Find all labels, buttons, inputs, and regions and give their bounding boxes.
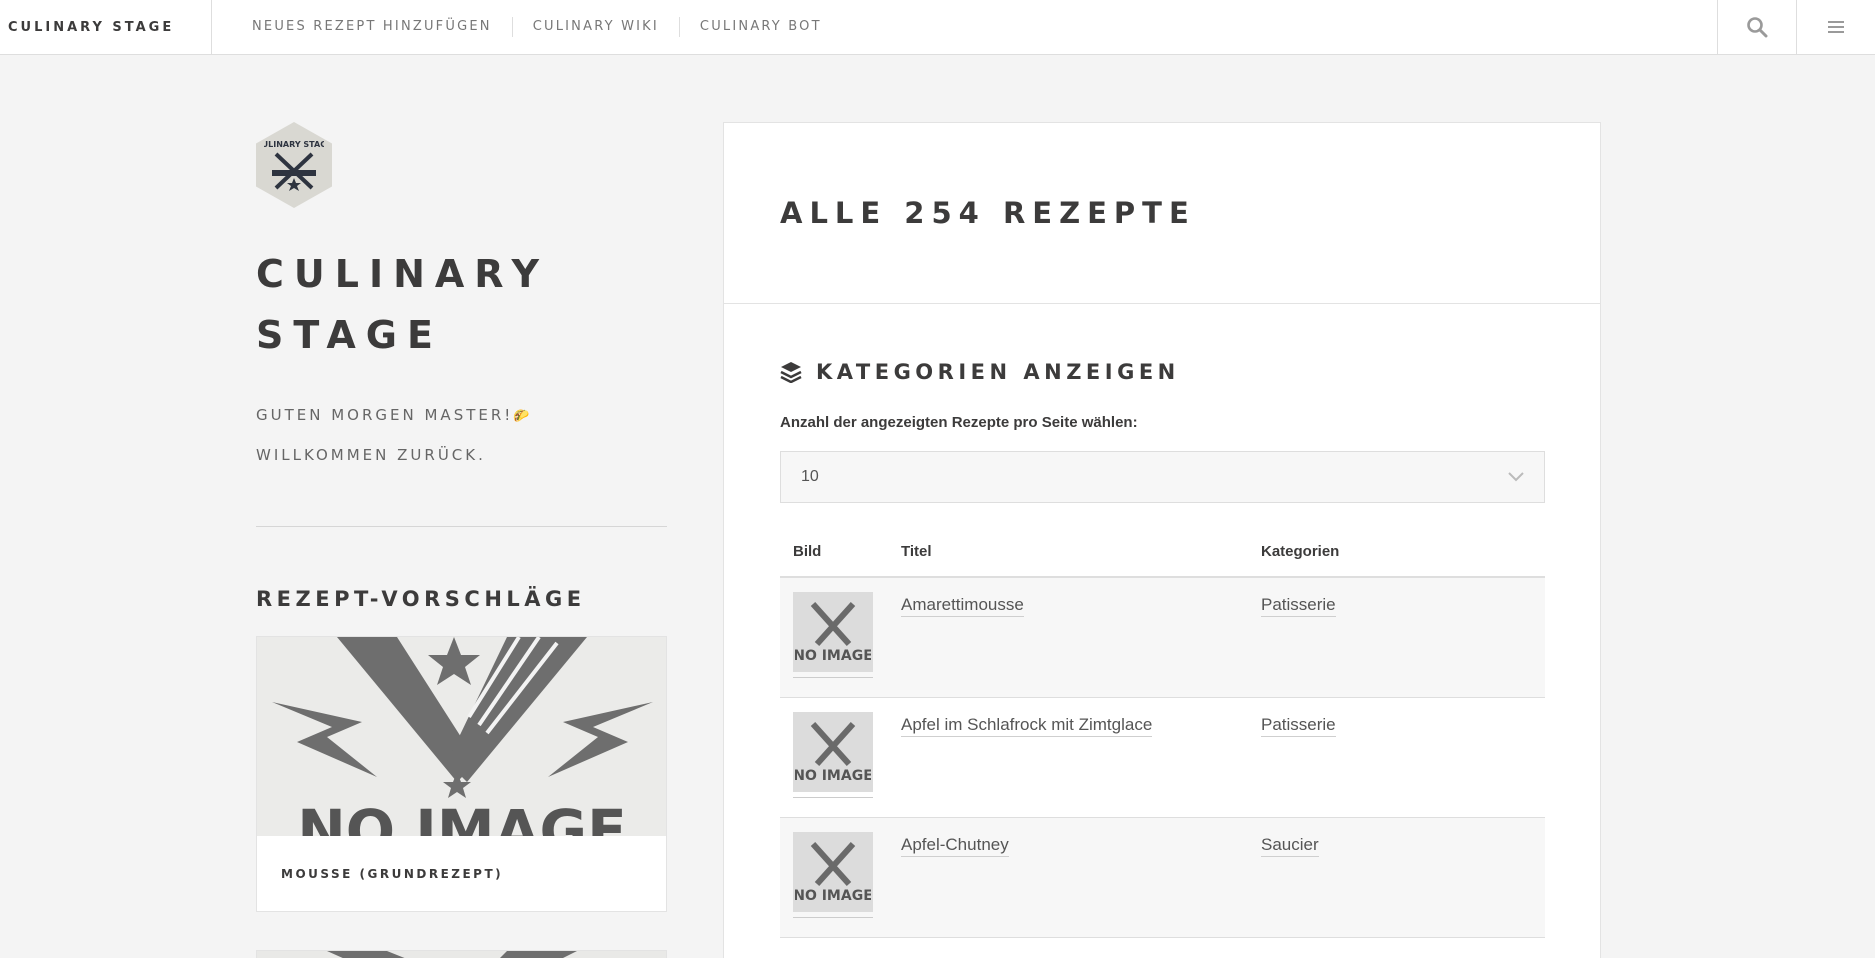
thumbnail-text: NO IMAGE	[795, 768, 871, 784]
recipe-image-cell: NO IMAGE	[780, 817, 888, 938]
greeting-line2: WILLKOMMEN ZURÜCK.	[256, 446, 486, 464]
recipes-panel: ALLE 254 REZEPTE KATEGORIEN ANZEIGEN Anz…	[723, 122, 1601, 958]
brand-link[interactable]: CULINARY STAGE	[0, 0, 212, 54]
recipe-category-cell: Patisserie	[1248, 577, 1545, 698]
greeting-text: GUTEN MORGEN MASTER!	[256, 406, 514, 424]
column-header-image: Bild	[780, 531, 888, 578]
thumbnail-text: NO IMAGE	[795, 888, 871, 904]
top-navigation-bar: CULINARY STAGE NEUES REZEPT HINZUFÜGEN C…	[0, 0, 1875, 55]
no-image-placeholder-icon: NO IMAGE	[257, 637, 666, 836]
recipe-title-link[interactable]: Apfel-Chutney	[901, 834, 1009, 857]
per-page-label: Anzahl der angezeigten Rezepte pro Seite…	[780, 414, 1138, 431]
greeting-line1: GUTEN MORGEN MASTER!🌮	[256, 396, 667, 436]
thumbnail-text: NO IMAGE	[795, 648, 871, 664]
nav-link-culinary-wiki[interactable]: CULINARY WIKI	[511, 17, 679, 37]
greeting: GUTEN MORGEN MASTER!🌮 WILLKOMMEN ZURÜCK.	[256, 396, 667, 474]
chevron-down-icon	[1508, 472, 1524, 482]
sidebar-divider	[256, 526, 667, 527]
logo-text: CULINARY STAGE	[264, 140, 324, 149]
site-title: CULINARY STAGE	[256, 244, 667, 366]
search-button[interactable]	[1717, 0, 1796, 54]
no-image-thumbnail: NO IMAGE	[793, 592, 873, 672]
no-image-placeholder-icon: NO IMAGE	[795, 601, 871, 664]
recipes-table: Bild Titel Kategorien NO IMAGE Amarettim…	[780, 531, 1545, 938]
nav-link-culinary-bot[interactable]: CULINARY BOT	[678, 17, 842, 37]
suggestion-card[interactable]: NO IMAGE MOUSSE (GRUNDREZEPT)	[256, 636, 667, 912]
recipe-category-cell: Saucier	[1248, 817, 1545, 938]
column-header-categories: Kategorien	[1248, 531, 1545, 578]
crossed-knife-whisk-icon: CULINARY STAGE	[264, 140, 324, 191]
no-image-placeholder-icon: NO IMAGE	[795, 721, 871, 784]
per-page-value: 10	[801, 468, 819, 485]
no-image-thumbnail: NO IMAGE	[793, 711, 873, 792]
nav-links: NEUES REZEPT HINZUFÜGEN CULINARY WIKI CU…	[212, 0, 1717, 54]
recipe-category-link[interactable]: Patisserie	[1261, 594, 1336, 617]
recipe-title-link[interactable]: Apfel im Schlafrock mit Zimtglace	[901, 714, 1153, 737]
per-page-select[interactable]: 10	[780, 451, 1545, 503]
column-header-title: Titel	[888, 531, 1248, 578]
menu-button[interactable]	[1796, 0, 1875, 54]
hamburger-menu-icon	[1828, 21, 1844, 33]
sidebar: CULINARY STAGE CULINARY STAGE GUTEN MORG…	[256, 122, 667, 958]
no-image-placeholder-icon	[327, 951, 577, 958]
table-row: NO IMAGE Apfel im Schlafrock mit Zimtgla…	[780, 697, 1545, 818]
recipes-heading: ALLE 254 REZEPTE	[724, 123, 1600, 304]
recipe-category-link[interactable]: Saucier	[1261, 834, 1319, 857]
recipe-title-cell: Apfel-Chutney	[888, 817, 1248, 938]
show-categories-toggle[interactable]: KATEGORIEN ANZEIGEN	[780, 360, 1544, 384]
site-logo[interactable]: CULINARY STAGE	[256, 122, 332, 208]
suggestion-title[interactable]: MOUSSE (GRUNDREZEPT)	[257, 836, 666, 911]
site-title-line2: STAGE	[256, 313, 443, 357]
suggestion-card-partial[interactable]	[256, 950, 667, 958]
taco-emoji-icon: 🌮	[513, 409, 533, 424]
table-row: NO IMAGE Amarettimousse Patisserie	[780, 577, 1545, 698]
no-image-text: NO IMAGE	[297, 797, 626, 836]
recipe-thumbnail[interactable]: NO IMAGE	[793, 711, 873, 798]
table-header-row: Bild Titel Kategorien	[780, 531, 1545, 578]
nav-link-add-recipe[interactable]: NEUES REZEPT HINZUFÜGEN	[240, 17, 512, 37]
layers-icon	[780, 362, 802, 383]
no-image-thumbnail: NO IMAGE	[793, 831, 873, 912]
recipe-image-cell: NO IMAGE	[780, 577, 888, 698]
show-categories-label: KATEGORIEN ANZEIGEN	[816, 360, 1180, 384]
recipe-category-link[interactable]: Patisserie	[1261, 714, 1336, 737]
recipes-body: KATEGORIEN ANZEIGEN Anzahl der angezeigt…	[724, 304, 1600, 938]
search-icon	[1747, 17, 1768, 38]
recipe-category-cell: Patisserie	[1248, 697, 1545, 818]
recipe-thumbnail[interactable]: NO IMAGE	[793, 592, 873, 678]
recipe-title-cell: Apfel im Schlafrock mit Zimtglace	[888, 697, 1248, 818]
recipe-thumbnail[interactable]: NO IMAGE	[793, 831, 873, 918]
recipe-title-cell: Amarettimousse	[888, 577, 1248, 698]
recipe-title-link[interactable]: Amarettimousse	[901, 594, 1024, 617]
suggestions-heading: REZEPT-VORSCHLÄGE	[256, 587, 586, 611]
table-row: NO IMAGE Apfel-Chutney Saucier	[780, 817, 1545, 938]
suggestion-image[interactable]: NO IMAGE	[257, 637, 666, 836]
recipe-image-cell: NO IMAGE	[780, 697, 888, 818]
no-image-placeholder-icon: NO IMAGE	[795, 841, 871, 904]
site-title-line1: CULINARY	[256, 252, 550, 296]
